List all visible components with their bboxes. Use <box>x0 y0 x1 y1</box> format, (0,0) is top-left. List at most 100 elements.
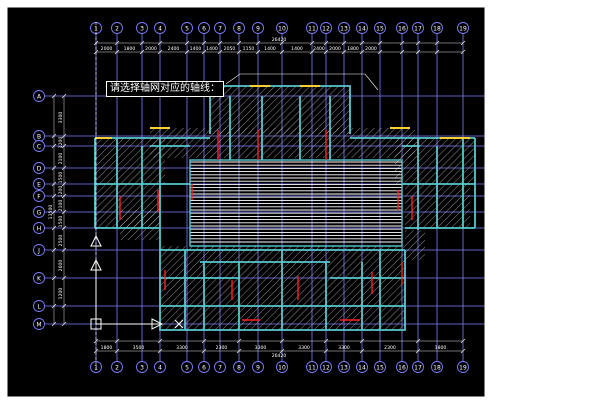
axis-bubble[interactable]: 13 <box>338 361 350 373</box>
dimension-text: 1400 <box>291 46 303 52</box>
axis-bubble[interactable]: 5 <box>181 361 193 373</box>
axis-bubble[interactable]: C <box>519 141 530 152</box>
axis-bubble[interactable]: 17 <box>412 361 424 373</box>
axis-bubble[interactable]: 2 <box>111 361 123 373</box>
axis-bubble[interactable]: 17 <box>412 22 424 34</box>
axis-bubble[interactable]: 13 <box>338 22 350 34</box>
axis-bubble[interactable]: 7 <box>214 22 226 34</box>
dimension-text: 2300 <box>216 345 228 351</box>
axis-bubble[interactable]: 9 <box>252 22 264 34</box>
dimension-text: 1500 <box>58 172 64 184</box>
axis-bubble[interactable]: 8 <box>233 22 245 34</box>
dimension-text: 2400 <box>313 46 325 52</box>
axis-bubble[interactable]: J <box>519 245 530 256</box>
dimension-tick <box>496 134 500 138</box>
axis-bubble[interactable]: F <box>33 190 45 202</box>
axis-bubble[interactable]: 16 <box>396 361 408 373</box>
axis-bubble[interactable]: 18 <box>431 22 443 34</box>
axis-bubble[interactable]: L <box>33 300 45 312</box>
axis-bubble[interactable]: 6 <box>198 22 210 34</box>
axis-bubble[interactable]: 6 <box>198 361 210 373</box>
dimension-text: 2000 <box>145 46 157 52</box>
axis-bubble[interactable]: J <box>33 244 45 256</box>
axis-bubble[interactable]: F <box>519 191 530 202</box>
axis-bubble[interactable]: 3 <box>136 361 148 373</box>
axis-bubble[interactable]: 11 <box>306 361 318 373</box>
axis-bubble-label: H <box>37 225 42 232</box>
axis-bubble[interactable]: 15 <box>374 361 386 373</box>
axis-bubble[interactable]: L <box>519 301 530 312</box>
axis-bubble[interactable]: 15 <box>374 22 386 34</box>
axis-bubble[interactable]: A <box>519 91 530 102</box>
axis-bubble-label: 7 <box>218 25 222 32</box>
axis-bubble-label: 3 <box>140 364 144 371</box>
axis-bubble[interactable]: A <box>33 90 45 102</box>
axis-bubble-circle <box>519 191 530 202</box>
axis-bubble[interactable]: M <box>33 318 45 330</box>
axis-bubble[interactable]: G <box>519 207 530 218</box>
axis-bubble[interactable]: 4 <box>154 22 166 34</box>
axis-bubble-label: 8 <box>237 25 241 32</box>
axis-bubble[interactable]: H <box>33 222 45 234</box>
axis-bubble[interactable]: H <box>519 223 530 234</box>
axis-bubble[interactable]: 11 <box>306 22 318 34</box>
dimension-tick <box>506 248 510 252</box>
axis-bubble-label: B <box>522 133 526 140</box>
axis-bubble[interactable]: 12 <box>320 22 332 34</box>
dimension-text: 2600 <box>500 260 506 272</box>
dimension-text: 2500 <box>58 235 64 247</box>
axis-bubble[interactable]: B <box>33 130 45 142</box>
axis-bubble-label: 12 <box>322 364 330 371</box>
axis-bubble[interactable]: 9 <box>252 361 264 373</box>
axis-bubble[interactable]: E <box>33 178 45 190</box>
axis-bubble[interactable]: 4 <box>154 361 166 373</box>
axis-bubble[interactable]: G <box>33 206 45 218</box>
dimension-text: 1200 <box>58 288 64 300</box>
axis-bubble[interactable]: D <box>33 162 45 174</box>
dimension-text: 2100 <box>58 153 64 165</box>
cad-drawing-canvas[interactable]: 26420 2000 1800 2000 2400 1400 1400 2050 1150 140… <box>0 0 600 412</box>
dimension-text: 3300 <box>298 345 310 351</box>
dimension-tick <box>496 182 500 186</box>
axis-bubble[interactable]: 2 <box>111 22 123 34</box>
axis-bubble-label: 13 <box>340 364 348 371</box>
axis-bubble-label: 6 <box>202 25 206 32</box>
axis-bubble-circle <box>519 131 530 142</box>
axis-bubble[interactable]: C <box>33 140 45 152</box>
axis-bubble[interactable]: 5 <box>181 22 193 34</box>
dimension-text: 1800 <box>435 345 447 351</box>
dimension-tick <box>506 94 510 98</box>
axis-bubble[interactable]: 19 <box>457 361 469 373</box>
axis-bubble[interactable]: 3 <box>136 22 148 34</box>
axis-bubble[interactable]: 14 <box>356 361 368 373</box>
axis-bubble[interactable]: E <box>519 179 530 190</box>
axis-bubble-label: 4 <box>158 364 162 371</box>
dimension-tick <box>496 166 500 170</box>
axis-bubble[interactable]: D <box>519 163 530 174</box>
axis-bubble[interactable]: 16 <box>396 22 408 34</box>
axis-bubble[interactable]: 18 <box>431 361 443 373</box>
dimension-tick <box>496 94 500 98</box>
axis-bubble-label: 6 <box>202 364 206 371</box>
axis-bubble[interactable]: B <box>519 131 530 142</box>
axis-bubble[interactable]: 14 <box>356 22 368 34</box>
axis-bubble-label: F <box>522 193 526 200</box>
dimension-text: 2000 <box>101 46 113 52</box>
axis-bubble-label: 14 <box>358 25 366 32</box>
axis-bubble[interactable]: K <box>519 273 530 284</box>
axis-bubble[interactable]: 8 <box>233 361 245 373</box>
axis-bubble[interactable]: K <box>33 272 45 284</box>
axis-bubble[interactable]: 7 <box>214 361 226 373</box>
axis-bubble-label: D <box>522 165 527 172</box>
axis-bubble-label: 9 <box>256 25 260 32</box>
axis-bubble[interactable]: M <box>519 319 530 330</box>
dimension-tick <box>506 322 510 326</box>
axis-bubble[interactable]: 10 <box>276 22 288 34</box>
axis-bubble[interactable]: 19 <box>457 22 469 34</box>
axis-bubble[interactable]: 12 <box>320 361 332 373</box>
axis-bubble-label: 10 <box>278 364 286 371</box>
dimension-tick <box>496 304 500 308</box>
axis-bubble[interactable]: 10 <box>276 361 288 373</box>
axis-bubble-label: 14 <box>358 364 366 371</box>
dimension-text: 2100 <box>500 200 506 212</box>
